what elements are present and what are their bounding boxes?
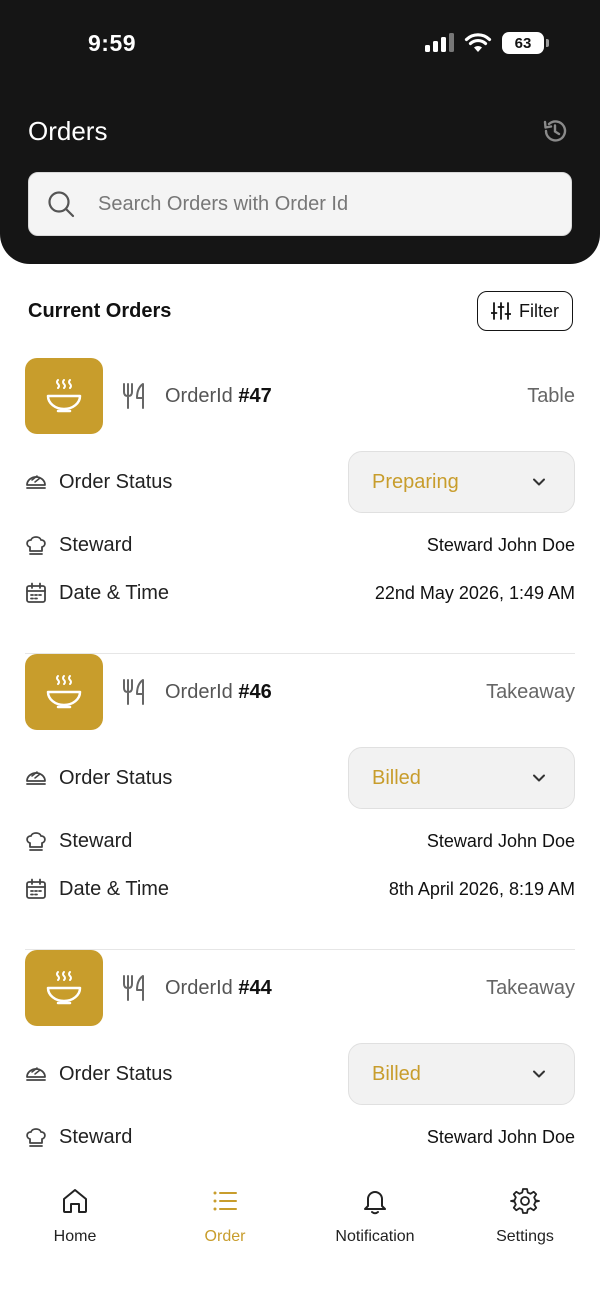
order-id: OrderId #46 <box>165 681 272 704</box>
page-title: Orders <box>28 116 108 146</box>
list-icon <box>213 1191 237 1211</box>
date-time-row: Date & Time 8th April 2026, 8:19 AM <box>25 874 575 904</box>
chevron-down-icon <box>533 774 545 782</box>
steward-value: Steward John Doe <box>426 534 575 555</box>
order-status-dropdown[interactable]: Preparing <box>348 451 575 513</box>
food-bowl-icon <box>46 675 82 709</box>
date-time-value: 8th April 2026, 8:19 AM <box>388 878 575 899</box>
tab-notification-label: Notification <box>335 1228 415 1245</box>
history-icon <box>543 120 567 142</box>
search-bar[interactable] <box>28 172 572 236</box>
order-id-prefix: OrderId <box>165 680 233 703</box>
tab-home[interactable]: Home <box>0 1174 150 1299</box>
order-card-header: OrderId #47 Table <box>25 358 575 434</box>
order-card-header: OrderId #44 Takeaway <box>25 950 575 1026</box>
order-status-value: Billed <box>372 766 421 789</box>
order-status-value: Billed <box>372 1062 421 1085</box>
date-time-value: 22nd May 2026, 1:49 AM <box>374 582 575 603</box>
order-status-label: Order Status <box>59 766 173 789</box>
order-id-prefix: OrderId <box>165 976 233 999</box>
order-thumbnail <box>25 654 103 730</box>
order-card[interactable]: OrderId #47 Table Order Status Preparing <box>25 358 575 654</box>
tab-home-label: Home <box>53 1228 97 1245</box>
dish-icon <box>26 1067 46 1081</box>
steward-label: Steward <box>59 829 133 852</box>
order-number: #47 <box>238 384 272 407</box>
tab-notification[interactable]: Notification <box>300 1174 450 1299</box>
order-status-label: Order Status <box>59 470 173 493</box>
app-header: 9:59 63 Orders <box>0 0 600 264</box>
calendar-icon <box>26 582 46 603</box>
current-orders-header: Current Orders Filter <box>28 290 573 332</box>
food-bowl-icon <box>46 379 82 413</box>
tab-settings-label: Settings <box>496 1228 554 1245</box>
fork-knife-icon <box>123 679 144 705</box>
order-status-dropdown[interactable]: Billed <box>348 1043 575 1105</box>
history-button[interactable] <box>540 116 570 146</box>
battery-indicator: 63 <box>502 32 549 54</box>
search-icon <box>48 191 75 218</box>
date-time-label: Date & Time <box>59 581 170 604</box>
order-type: Table <box>527 384 575 407</box>
order-id: OrderId #47 <box>165 385 272 408</box>
chevron-down-icon <box>533 1070 545 1078</box>
bell-icon <box>364 1191 386 1215</box>
order-status-row: Order Status Preparing <box>25 450 575 514</box>
steward-value: Steward John Doe <box>426 1126 575 1147</box>
dish-icon <box>26 475 46 489</box>
cellular-signal-icon <box>425 33 454 52</box>
gear-icon <box>510 1188 540 1214</box>
order-number: #44 <box>238 976 272 999</box>
tab-order-label: Order <box>204 1228 246 1245</box>
order-type: Takeaway <box>486 976 575 999</box>
wifi-icon <box>464 33 492 52</box>
date-time-row: Date & Time 22nd May 2026, 1:49 AM <box>25 578 575 608</box>
filter-label: Filter <box>519 300 559 321</box>
steward-row: Steward Steward John Doe <box>25 530 575 560</box>
order-status-row: Order Status Billed <box>25 746 575 810</box>
order-number: #46 <box>238 680 272 703</box>
bottom-tab-bar: Home Order Notification Settings <box>0 1174 600 1299</box>
status-icons: 63 <box>424 32 549 54</box>
fork-knife-icon <box>123 975 144 1001</box>
status-time: 9:59 <box>88 30 137 56</box>
steward-row: Steward Steward John Doe <box>25 826 575 856</box>
steward-row: Steward Steward John Doe <box>25 1122 575 1152</box>
order-id: OrderId #44 <box>165 977 272 1000</box>
filter-button[interactable]: Filter <box>477 291 573 331</box>
section-title: Current Orders <box>28 299 172 322</box>
order-card[interactable]: OrderId #46 Takeaway Order Status Billed <box>25 654 575 950</box>
order-id-prefix: OrderId <box>165 384 233 407</box>
chevron-down-icon <box>533 478 545 486</box>
calendar-icon <box>26 878 46 899</box>
chef-hat-icon <box>26 536 46 555</box>
tab-order[interactable]: Order <box>150 1174 300 1299</box>
order-card-header: OrderId #46 Takeaway <box>25 654 575 730</box>
order-status-label: Order Status <box>59 1062 173 1085</box>
tab-settings[interactable]: Settings <box>450 1174 600 1299</box>
food-bowl-icon <box>46 971 82 1005</box>
fork-knife-icon <box>123 383 144 409</box>
steward-label: Steward <box>59 1125 133 1148</box>
order-status-dropdown[interactable]: Billed <box>348 747 575 809</box>
steward-label: Steward <box>59 533 133 556</box>
chef-hat-icon <box>26 832 46 851</box>
search-input[interactable] <box>98 192 538 216</box>
order-thumbnail <box>25 358 103 434</box>
order-status-row: Order Status Billed <box>25 1042 575 1106</box>
order-card[interactable]: OrderId #44 Takeaway Order Status Billed <box>25 950 575 1174</box>
sliders-icon <box>491 302 511 320</box>
steward-value: Steward John Doe <box>426 830 575 851</box>
chef-hat-icon <box>26 1128 46 1147</box>
order-status-value: Preparing <box>372 470 459 493</box>
home-icon <box>63 1189 87 1213</box>
orders-list: OrderId #47 Table Order Status Preparing <box>25 358 575 1174</box>
order-thumbnail <box>25 950 103 1026</box>
dish-icon <box>26 771 46 785</box>
order-type: Takeaway <box>486 680 575 703</box>
date-time-label: Date & Time <box>59 877 170 900</box>
